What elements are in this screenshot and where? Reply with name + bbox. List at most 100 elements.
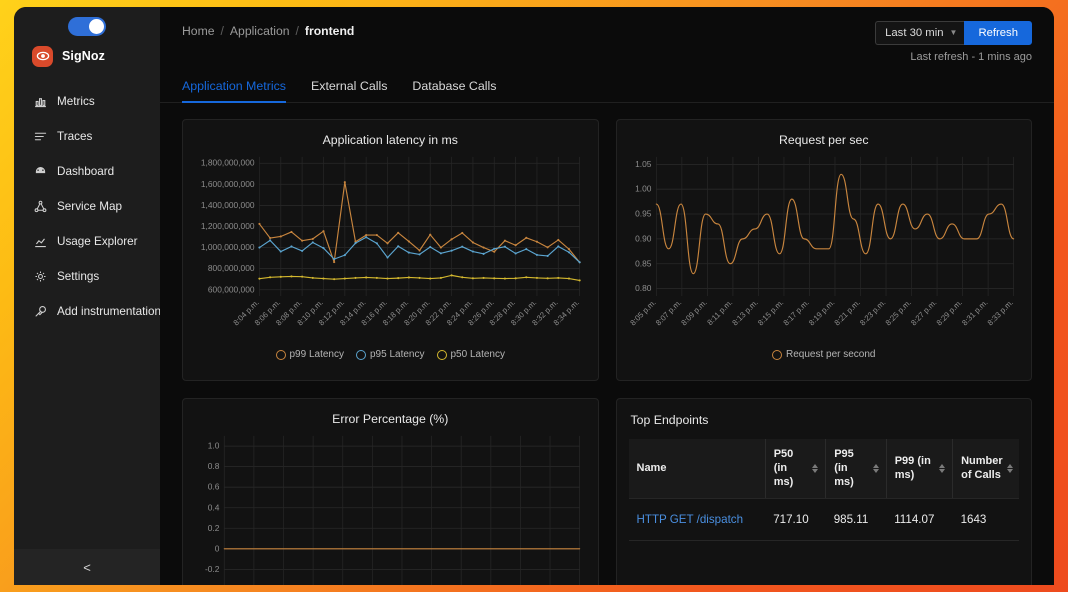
chart-application-latency[interactable]: 600,000,000 800,000,000 1,000,000,000 1,200… <box>195 151 586 347</box>
breadcrumb-item-application[interactable]: Application <box>230 24 290 38</box>
svg-text:8:31 p.m.: 8:31 p.m. <box>960 298 989 327</box>
sidebar-item-label: Usage Explorer <box>57 235 138 248</box>
svg-text:0.8: 0.8 <box>208 461 220 471</box>
signoz-logo-icon <box>32 45 53 67</box>
brand-name: SigNoz <box>62 49 105 63</box>
tab-database-calls[interactable]: Database Calls <box>412 79 496 102</box>
breadcrumb-item-current: frontend <box>304 24 355 38</box>
svg-text:0.85: 0.85 <box>635 258 652 268</box>
panel-request-per-sec: Request per sec 0.80 0.85 0.90 0.95 1.00 1.05… <box>615 119 1032 381</box>
legend-application-latency: p99 Latency p95 Latency p50 Latency <box>195 349 586 360</box>
time-controls: Last 30 min ▼ Refresh <box>875 21 1032 45</box>
tab-application-metrics[interactable]: Application Metrics <box>182 79 286 103</box>
col-label: P50 (in ms) <box>773 448 794 488</box>
col-header-p99[interactable]: P99 (in ms) <box>885 439 953 500</box>
svg-text:8:19 p.m.: 8:19 p.m. <box>807 298 836 327</box>
refresh-button[interactable]: Refresh <box>964 21 1032 45</box>
top-endpoints-table: Name P50 (in ms) P95 (in ms) P99 (in ms)… <box>628 439 1019 542</box>
topbar-right: Last 30 min ▼ Refresh Last refresh - 1 m… <box>875 21 1032 63</box>
last-refresh-status: Last refresh - 1 mins ago <box>910 51 1032 63</box>
svg-text:0.4: 0.4 <box>208 502 220 512</box>
table-body: HTTP GET /dispatch 717.10 985.11 1114.07… <box>628 498 1019 542</box>
legend-label: Request per second <box>785 349 876 360</box>
sort-toggle-p99[interactable] <box>939 464 946 474</box>
svg-text:800,000,000: 800,000,000 <box>208 263 255 273</box>
cell-p95: 985.11 <box>825 498 887 542</box>
theme-toggle[interactable] <box>68 16 106 36</box>
table-row[interactable]: HTTP GET /dispatch 717.10 985.11 1114.07… <box>628 498 1019 542</box>
sort-toggle-p95[interactable] <box>872 464 880 474</box>
legend-marker <box>771 349 782 360</box>
metrics-grid: Application latency in ms 600,000,000 800… <box>160 103 1054 585</box>
dashboard-gauge-icon <box>33 165 47 179</box>
sidebar-nav: Metrics Traces Dashboard Service Map Usa… <box>14 84 161 329</box>
sidebar-item-usage-explorer[interactable]: Usage Explorer <box>14 224 160 259</box>
sidebar-toggle-row <box>14 7 160 39</box>
cell-endpoint-name: HTTP GET /dispatch <box>628 498 766 542</box>
legend-label: p50 Latency <box>450 349 506 360</box>
brand[interactable]: SigNoz <box>14 39 160 73</box>
list-lines-icon <box>33 130 47 144</box>
sidebar-item-dashboard[interactable]: Dashboard <box>14 154 160 189</box>
col-label: P99 (in ms) <box>894 454 931 481</box>
svg-text:8:23 p.m.: 8:23 p.m. <box>858 298 887 327</box>
legend-item-p50[interactable]: p50 Latency <box>436 349 506 360</box>
svg-text:8:11 p.m.: 8:11 p.m. <box>705 298 734 327</box>
breadcrumb-separator: / <box>220 24 224 38</box>
breadcrumb-item-home[interactable]: Home <box>182 24 215 38</box>
main-content: Home / Application / frontend Last 30 mi… <box>160 7 1054 585</box>
time-range-select[interactable]: Last 30 min ▼ <box>875 21 965 45</box>
col-label: Number of Calls <box>961 454 1003 481</box>
sidebar-item-add-instrumentation[interactable]: Add instrumentation <box>14 294 161 329</box>
svg-text:8:05 p.m.: 8:05 p.m. <box>629 298 658 327</box>
table-heading: Top Endpoints <box>630 413 709 427</box>
sidebar-item-service-map[interactable]: Service Map <box>14 189 160 224</box>
legend-item-p99[interactable]: p99 Latency <box>275 349 344 360</box>
svg-text:-0.2: -0.2 <box>205 564 220 574</box>
cell-calls: 1643 <box>952 498 1019 542</box>
panel-error-percentage: Error Percentage (%) 1.0 0.8 0.6 0.4 0.2 0 -0.… <box>182 398 599 585</box>
sidebar-item-settings[interactable]: Settings <box>14 259 160 294</box>
plug-icon <box>33 305 47 319</box>
app-window: SigNoz Metrics Traces Dashboard Service … <box>14 7 1054 585</box>
sidebar-item-metrics[interactable]: Metrics <box>14 84 160 119</box>
panel-title: Request per sec <box>778 133 869 147</box>
svg-text:8:25 p.m.: 8:25 p.m. <box>883 298 912 327</box>
sidebar-collapse-button[interactable]: < <box>14 549 160 585</box>
svg-text:8:27 p.m.: 8:27 p.m. <box>909 298 938 327</box>
svg-text:1.05: 1.05 <box>635 159 652 169</box>
svg-text:8:15 p.m.: 8:15 p.m. <box>756 298 785 327</box>
svg-text:0.80: 0.80 <box>635 283 652 293</box>
sidebar-item-label: Dashboard <box>57 165 115 178</box>
chart-error-percentage[interactable]: 1.0 0.8 0.6 0.4 0.2 0 -0.2 -0.4 <box>195 430 586 585</box>
col-header-p95[interactable]: P95 (in ms) <box>825 439 887 500</box>
panel-application-latency: Application latency in ms 600,000,000 800… <box>182 119 599 381</box>
gear-icon <box>33 270 47 284</box>
col-header-p50[interactable]: P50 (in ms) <box>764 439 826 500</box>
legend-item-request-per-second[interactable]: Request per second <box>771 349 876 360</box>
sidebar-item-label: Metrics <box>57 95 95 108</box>
node-network-icon <box>33 200 47 214</box>
svg-text:1,200,000,000: 1,200,000,000 <box>201 221 255 231</box>
svg-text:1,800,000,000: 1,800,000,000 <box>201 158 255 168</box>
legend-item-p95[interactable]: p95 Latency <box>356 349 425 360</box>
col-header-calls[interactable]: Number of Calls <box>952 439 1019 500</box>
sort-toggle-p50[interactable] <box>812 464 819 474</box>
svg-text:1,600,000,000: 1,600,000,000 <box>201 179 255 189</box>
chart-request-per-sec[interactable]: 0.80 0.85 0.90 0.95 1.00 1.05 8:05 p.m. 8:07 p.… <box>629 151 1020 347</box>
chevron-left-icon: < <box>83 559 91 575</box>
legend-label: p95 Latency <box>370 349 425 360</box>
legend-request-per-sec: Request per second <box>629 349 1020 360</box>
col-header-name: Name <box>628 439 766 500</box>
cell-p99: 1114.07 <box>886 498 953 542</box>
sidebar-item-traces[interactable]: Traces <box>14 119 160 154</box>
svg-text:8:09 p.m.: 8:09 p.m. <box>679 298 708 327</box>
endpoint-link[interactable]: HTTP GET /dispatch <box>637 513 744 526</box>
sort-toggle-calls[interactable] <box>1006 464 1014 474</box>
svg-text:1,400,000,000: 1,400,000,000 <box>201 200 255 210</box>
tab-external-calls[interactable]: External Calls <box>311 79 387 102</box>
svg-text:0.2: 0.2 <box>208 523 220 533</box>
bar-chart-icon <box>33 95 47 109</box>
tabs: Application Metrics External Calls Datab… <box>160 67 1054 103</box>
sidebar-item-label: Settings <box>57 270 100 283</box>
